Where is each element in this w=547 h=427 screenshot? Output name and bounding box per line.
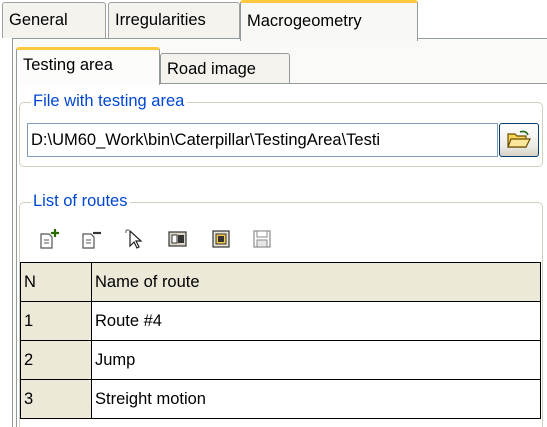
- route-properties-icon[interactable]: [167, 228, 189, 250]
- browse-file-button[interactable]: [499, 123, 539, 157]
- table-row[interactable]: 2 Jump: [20, 340, 541, 380]
- tab-irregularities-label: Irregularities: [115, 11, 206, 29]
- row-number-cell[interactable]: 2: [20, 340, 92, 380]
- routes-table[interactable]: N Name of route 1 Route #4 2 Jump 3 Stre…: [20, 262, 541, 419]
- row-number-cell[interactable]: 1: [20, 301, 92, 341]
- tab-general-label: General: [9, 11, 68, 29]
- route-name-cell[interactable]: Jump: [91, 340, 541, 380]
- load-route-icon[interactable]: [210, 228, 232, 250]
- table-row[interactable]: 3 Streight motion: [20, 379, 541, 419]
- tab-macrogeometry-label: Macrogeometry: [247, 12, 362, 30]
- tab-road-image[interactable]: Road image: [160, 53, 290, 85]
- delete-route-icon[interactable]: [80, 228, 102, 250]
- tab-testing-area[interactable]: Testing area: [16, 47, 160, 85]
- table-row[interactable]: 1 Route #4: [20, 301, 541, 341]
- add-route-icon[interactable]: [38, 228, 60, 250]
- routes-group-legend: List of routes: [31, 192, 131, 210]
- tab-testing-area-label: Testing area: [23, 56, 113, 74]
- table-header-row: N Name of route: [20, 262, 541, 302]
- tab-irregularities[interactable]: Irregularities: [108, 2, 240, 38]
- tab-macrogeometry[interactable]: Macrogeometry: [240, 0, 418, 41]
- testing-area-path-field[interactable]: D:\UM60_Work\bin\Caterpillar\TestingArea…: [27, 123, 498, 157]
- open-folder-icon: [507, 130, 531, 148]
- column-header-name[interactable]: Name of route: [91, 262, 541, 302]
- select-route-icon[interactable]: [124, 228, 146, 250]
- route-name-cell[interactable]: Streight motion: [91, 379, 541, 419]
- column-header-n[interactable]: N: [20, 262, 92, 302]
- file-group-legend: File with testing area: [31, 92, 188, 110]
- row-number-cell[interactable]: 3: [20, 379, 92, 419]
- tab-general[interactable]: General: [2, 2, 106, 38]
- route-name-cell[interactable]: Route #4: [91, 301, 541, 341]
- save-route-icon[interactable]: [251, 228, 273, 250]
- tab-road-image-label: Road image: [167, 60, 256, 78]
